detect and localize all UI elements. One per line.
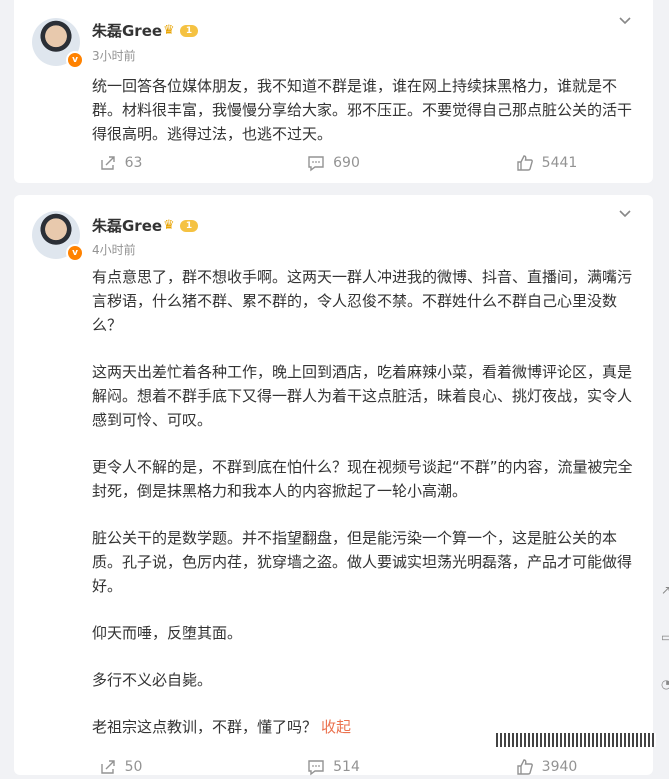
repost-count: 50 — [124, 759, 143, 775]
repost-button[interactable]: 63 — [14, 151, 227, 175]
verified-badge-icon: v — [66, 51, 84, 69]
thumbs-up-icon — [516, 759, 533, 775]
side-share-icon[interactable]: ↗ — [661, 583, 669, 601]
comment-count: 690 — [333, 155, 360, 171]
comment-icon — [308, 760, 324, 776]
comment-icon — [308, 156, 324, 172]
post-text: 有点意思了，群不想收手啊。这两天一群人冲进我的微博、抖音、直播间，满嘴污言秽语，… — [92, 265, 640, 739]
crown-icon: ♛ — [163, 218, 175, 233]
repost-icon — [100, 760, 115, 774]
repost-count: 63 — [124, 155, 143, 171]
like-button[interactable]: 3940 — [440, 755, 653, 779]
side-comment-icon[interactable]: ▭ — [661, 630, 669, 648]
avatar[interactable]: v — [32, 211, 84, 262]
level-number: 1 — [180, 25, 198, 37]
post-paragraph: 这两天出差忙着各种工作，晚上回到酒店，吃着麻辣小菜，看着微博评论区，真是解闷。想… — [92, 363, 633, 429]
level-badge[interactable]: ♛ 1 — [163, 218, 201, 234]
thumbs-up-icon — [516, 155, 533, 171]
chevron-down-icon[interactable] — [619, 14, 631, 26]
level-number: 1 — [180, 220, 198, 232]
post-paragraph: 多行不义必自毙。 — [92, 671, 213, 689]
post-actions: 63 690 5441 — [14, 151, 653, 175]
post-card: v 朱磊Gree ♛ 1 4小时前 有点意思了，群不想收手啊。这两天一群人冲进我… — [14, 195, 653, 776]
watermark-pattern — [496, 733, 656, 747]
post-time[interactable]: 3小时前 — [92, 47, 136, 64]
repost-icon — [100, 156, 115, 170]
side-like-icon[interactable]: ◔ — [661, 677, 669, 695]
comment-count: 514 — [333, 759, 360, 775]
crown-icon: ♛ — [163, 23, 175, 38]
comment-button[interactable]: 514 — [227, 755, 440, 779]
collapse-link[interactable]: 收起 — [321, 718, 351, 736]
post-paragraph: 仰天而唾，反堕其面。 — [92, 624, 243, 642]
post-card: v 朱磊Gree ♛ 1 3小时前 统一回答各位媒体朋友，我不知道不群是谁，谁在… — [14, 0, 653, 183]
post-paragraph: 老祖宗这点教训，不群，懂了吗？ — [92, 718, 318, 736]
verified-badge-icon: v — [66, 244, 84, 262]
avatar[interactable]: v — [32, 18, 84, 69]
comment-button[interactable]: 690 — [227, 151, 440, 175]
post-actions: 50 514 3940 — [14, 755, 653, 779]
author-name[interactable]: 朱磊Gree — [92, 215, 162, 236]
chevron-down-icon[interactable] — [619, 207, 631, 219]
like-count: 3940 — [541, 759, 578, 775]
post-paragraph: 统一回答各位媒体朋友，我不知道不群是谁，谁在网上持续抹黑格力，谁就是不群。材料很… — [92, 77, 633, 143]
like-button[interactable]: 5441 — [440, 151, 653, 175]
post-paragraph: 脏公关干的是数学题。并不指望翻盘，但是能污染一个算一个，这是脏公关的本质。孔子说… — [92, 529, 633, 595]
like-count: 5441 — [541, 155, 578, 171]
post-paragraph: 有点意思了，群不想收手啊。这两天一群人冲进我的微博、抖音、直播间，满嘴污言秽语，… — [92, 268, 633, 334]
level-badge[interactable]: ♛ 1 — [163, 23, 201, 39]
repost-button[interactable]: 50 — [14, 755, 227, 779]
post-paragraph: 更令人不解的是，不群到底在怕什么？现在视频号谈起“不群”的内容，流量被完全封死，… — [92, 458, 633, 500]
author-name[interactable]: 朱磊Gree — [92, 20, 162, 41]
post-text: 统一回答各位媒体朋友，我不知道不群是谁，谁在网上持续抹黑格力，谁就是不群。材料很… — [92, 74, 640, 146]
post-time[interactable]: 4小时前 — [92, 241, 136, 258]
